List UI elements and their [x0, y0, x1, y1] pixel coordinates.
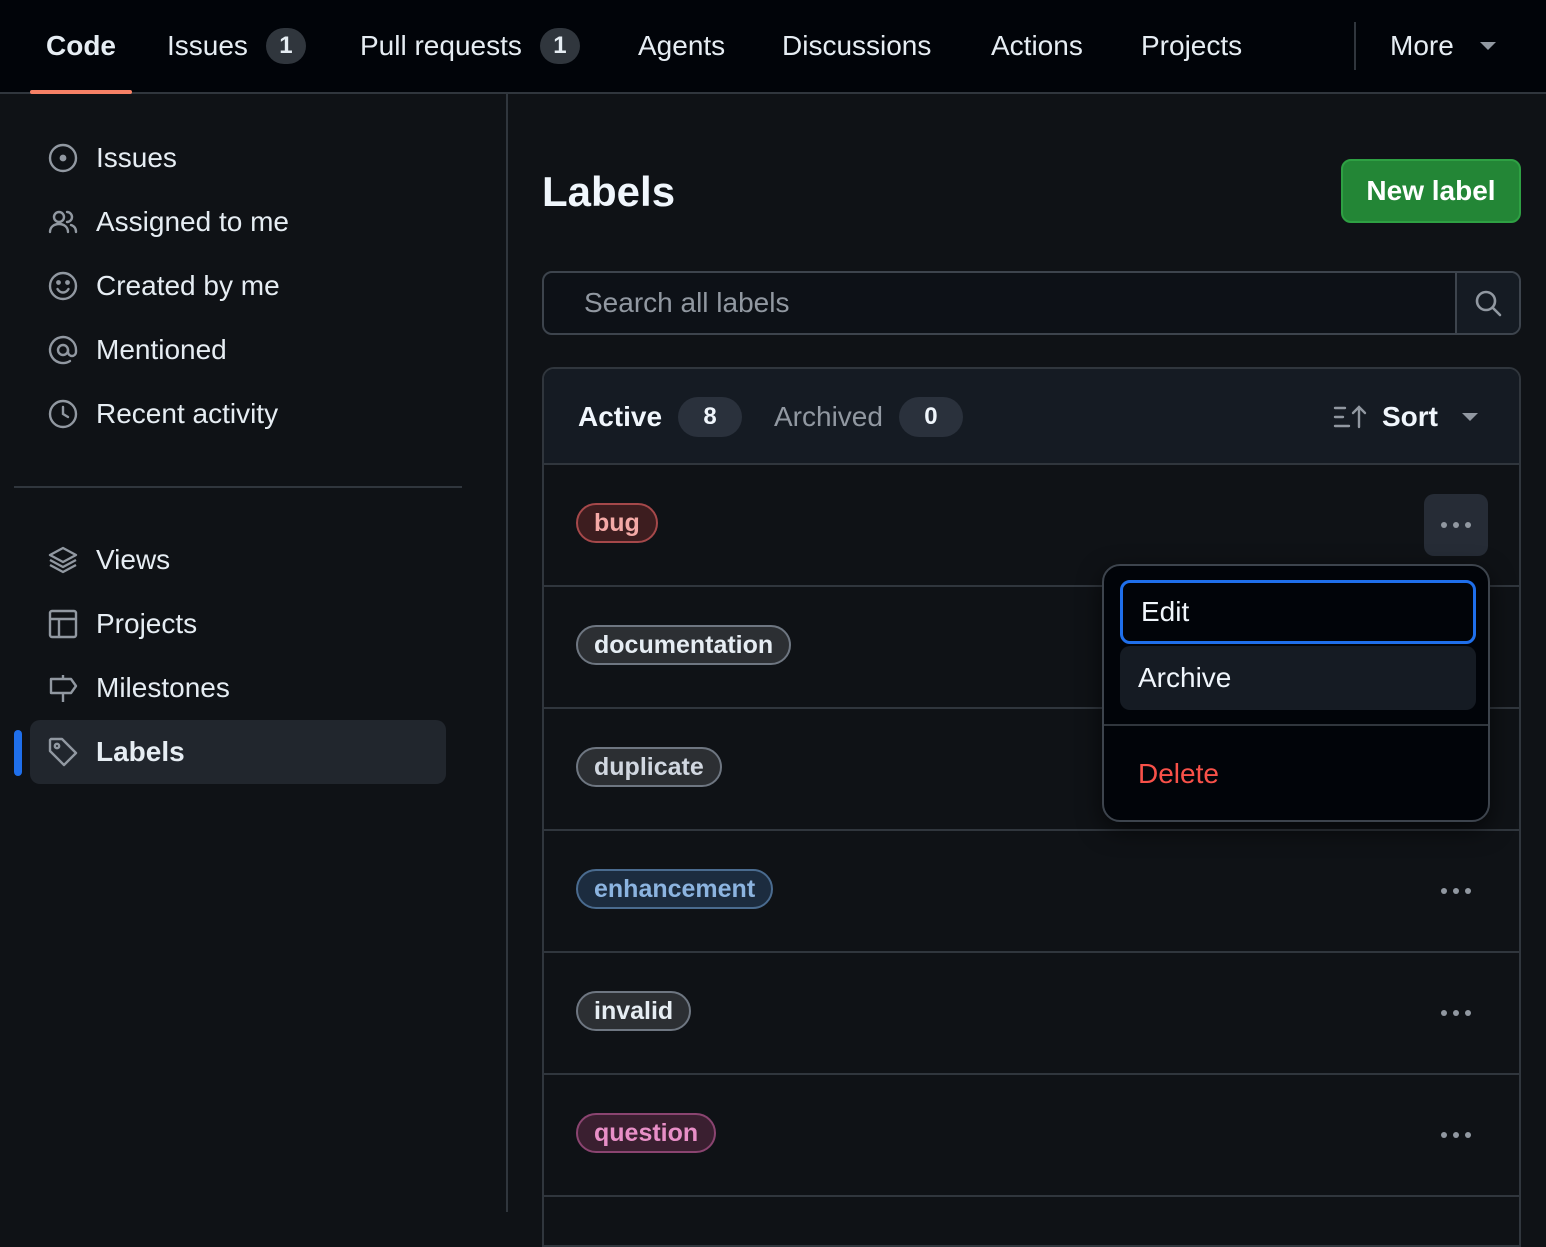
- new-label-button[interactable]: New label: [1341, 159, 1521, 223]
- tab-actions-label: Actions: [991, 30, 1083, 61]
- sidebar-item-recent-activity[interactable]: Recent activity: [30, 382, 446, 446]
- icon-dot: [1465, 522, 1471, 528]
- label-pill-question[interactable]: question: [576, 1113, 717, 1153]
- label-pill-duplicate[interactable]: duplicate: [576, 747, 722, 787]
- tab-pull-requests-label: Pull requests: [360, 30, 522, 61]
- sidebar-item-label: Labels: [96, 736, 185, 767]
- sidebar-item-label: Recent activity: [96, 398, 279, 429]
- tab-code[interactable]: Code: [30, 0, 132, 94]
- sidebar-divider: [14, 486, 462, 488]
- pull-requests-count-badge: 1: [539, 28, 580, 64]
- icon-dot: [1453, 1010, 1459, 1016]
- label-pill-invalid[interactable]: invalid: [576, 991, 692, 1031]
- label-actions-button[interactable]: [1424, 982, 1488, 1044]
- kebab-horizontal-icon: [1441, 1132, 1447, 1138]
- tab-code-label: Code: [46, 30, 116, 61]
- sort-asc-icon: [1333, 405, 1367, 429]
- sidebar-item-label: Issues: [96, 142, 177, 173]
- sidebar-item-assigned-to-me[interactable]: Assigned to me: [30, 190, 446, 254]
- menu-item-edit[interactable]: Edit: [1120, 580, 1476, 644]
- tab-agents-label: Agents: [638, 30, 726, 61]
- archived-count-badge: 0: [898, 397, 963, 437]
- milestone-icon: [46, 671, 80, 705]
- label-actions-button[interactable]: [1424, 860, 1488, 922]
- kebab-horizontal-icon: [1441, 522, 1447, 528]
- filter-active-label: Active: [578, 401, 663, 432]
- table-icon: [46, 607, 80, 641]
- label-row: enhancement: [544, 831, 1519, 953]
- sidebar-item-label: Milestones: [96, 672, 230, 703]
- smiley-icon: [46, 269, 80, 303]
- tab-issues[interactable]: Issues 1: [167, 0, 306, 92]
- search-button[interactable]: [1455, 273, 1519, 333]
- active-item-indicator: [14, 730, 22, 776]
- stack-icon: [46, 543, 80, 577]
- triangle-down-icon: [1479, 42, 1496, 50]
- tab-pull-requests[interactable]: Pull requests 1: [360, 0, 580, 92]
- filter-archived-tab[interactable]: Archived 0: [774, 397, 963, 437]
- triangle-down-icon: [1462, 413, 1478, 421]
- sidebar-item-created-by-me[interactable]: Created by me: [30, 254, 446, 318]
- sidebar-item-mentioned[interactable]: Mentioned: [30, 318, 446, 382]
- sidebar-item-views[interactable]: Views: [30, 528, 446, 592]
- menu-item-delete[interactable]: Delete: [1120, 742, 1476, 806]
- tab-discussions[interactable]: Discussions: [782, 0, 931, 92]
- sidebar-item-projects[interactable]: Projects: [30, 592, 446, 656]
- kebab-horizontal-icon: [1441, 1010, 1447, 1016]
- tag-icon: [46, 735, 80, 769]
- kebab-horizontal-icon: [1441, 888, 1447, 894]
- more-tabs-button[interactable]: More: [1390, 0, 1496, 92]
- tab-projects-label: Projects: [1141, 30, 1243, 61]
- label-pill-enhancement[interactable]: enhancement: [576, 869, 774, 909]
- icon-dot: [1453, 522, 1459, 528]
- label-actions-button[interactable]: [1424, 494, 1488, 556]
- search-labels: [542, 271, 1521, 335]
- sidebar-item-label: Created by me: [96, 270, 280, 301]
- tab-discussions-label: Discussions: [782, 30, 932, 61]
- sidebar-item-issues[interactable]: Issues: [30, 126, 446, 190]
- tab-projects[interactable]: Projects: [1141, 0, 1242, 92]
- label-pill-documentation[interactable]: documentation: [576, 625, 792, 665]
- label-row: invalid: [544, 953, 1519, 1075]
- issues-sidebar: Issues Assigned to me Created by me Ment…: [0, 94, 508, 1212]
- label-actions-menu: Edit Archive Delete: [1102, 564, 1490, 822]
- repo-tab-bar: Code Issues 1 Pull requests 1 Agents Dis…: [0, 0, 1546, 94]
- menu-item-archive[interactable]: Archive: [1120, 646, 1476, 710]
- icon-dot: [1465, 888, 1471, 894]
- issue-opened-icon: [46, 141, 80, 175]
- tab-agents[interactable]: Agents: [638, 0, 725, 92]
- mention-icon: [46, 333, 80, 367]
- issues-count-badge: 1: [265, 28, 306, 64]
- icon-dot: [1453, 1132, 1459, 1138]
- nav-divider: [1354, 22, 1356, 70]
- sidebar-item-milestones[interactable]: Milestones: [30, 656, 446, 720]
- sidebar-item-label: Assigned to me: [96, 206, 289, 237]
- menu-divider: [1104, 724, 1488, 726]
- sort-label: Sort: [1382, 401, 1438, 432]
- sidebar-item-labels[interactable]: Labels: [30, 720, 446, 784]
- tab-actions[interactable]: Actions: [991, 0, 1083, 92]
- search-input[interactable]: [544, 273, 1455, 333]
- search-icon: [1475, 290, 1502, 317]
- icon-dot: [1465, 1010, 1471, 1016]
- people-icon: [46, 205, 80, 239]
- label-pill-bug[interactable]: bug: [576, 503, 658, 543]
- sidebar-item-label: Mentioned: [96, 334, 227, 365]
- clock-icon: [46, 397, 80, 431]
- labels-list-header: Active 8 Archived 0 Sort: [544, 369, 1519, 465]
- tab-issues-label: Issues: [167, 30, 248, 61]
- page-title: Labels: [542, 168, 676, 215]
- icon-dot: [1453, 888, 1459, 894]
- label-row: question: [544, 1075, 1519, 1197]
- icon-dot: [1465, 1132, 1471, 1138]
- sort-button[interactable]: Sort: [1332, 397, 1478, 437]
- filter-archived-label: Archived: [774, 401, 883, 432]
- sidebar-item-label: Views: [96, 544, 171, 575]
- label-actions-button[interactable]: [1424, 1104, 1488, 1166]
- sidebar-item-label: Projects: [96, 608, 198, 639]
- more-tabs-label: More: [1390, 30, 1454, 61]
- filter-active-tab[interactable]: Active 8: [578, 397, 743, 437]
- active-count-badge: 8: [678, 397, 743, 437]
